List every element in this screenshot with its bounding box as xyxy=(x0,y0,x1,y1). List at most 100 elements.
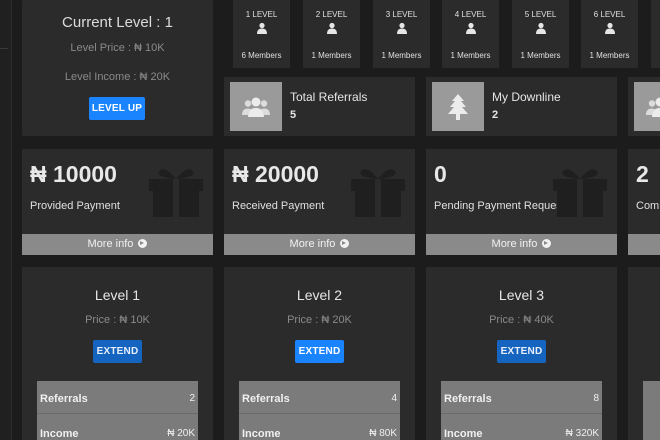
referrals-value: 8 xyxy=(593,393,599,404)
user-icon xyxy=(604,22,615,34)
plan-title: Level 2 xyxy=(296,287,343,303)
more-info-link[interactable] xyxy=(628,234,660,255)
completed-card-partial: 2 Comp xyxy=(628,149,660,255)
gift-icon xyxy=(149,169,203,217)
more-info-label: More info xyxy=(87,238,134,250)
referrals-label: Referrals xyxy=(444,393,492,405)
level-tile-5[interactable]: 5 LEVEL 1 Members xyxy=(512,0,569,68)
plan-title: Level 1 xyxy=(94,287,141,303)
level-tile-members: 1 Members xyxy=(381,51,422,60)
received-payment-caption: Received Payment xyxy=(232,200,325,212)
total-referrals-card[interactable]: Total Referrals 5 xyxy=(224,77,415,136)
level-tile-members: 1 Members xyxy=(589,51,630,60)
level-tile-label: 4 LEVEL xyxy=(454,10,487,19)
level-tile-label: 6 LEVEL xyxy=(593,10,626,19)
tree-icon-box xyxy=(432,82,484,131)
level-price: Level Price : ₦ 10K xyxy=(70,42,165,54)
level-tile-partial xyxy=(651,0,660,68)
users-icon xyxy=(646,97,660,117)
my-downline-card[interactable]: My Downline 2 xyxy=(426,77,617,136)
referrals-row: Referrals 4 xyxy=(239,386,400,414)
users-icon-box xyxy=(230,82,282,131)
extend-button[interactable]: EXTEND xyxy=(497,340,546,363)
my-downline-title: My Downline xyxy=(492,90,561,104)
sidebar-divider xyxy=(0,48,8,49)
income-label: Income xyxy=(40,428,79,440)
plan-title: Level 3 xyxy=(498,287,545,303)
plan-table: Referrals 2 Income ₦ 20K xyxy=(37,381,198,440)
pending-payment-caption: Pending Payment Request xyxy=(434,200,565,212)
plan-price: Price : ₦ 10K xyxy=(85,314,150,326)
level-tile-label: 1 LEVEL xyxy=(245,10,278,19)
users-icon xyxy=(242,97,270,117)
level-income: Level Income : ₦ 20K xyxy=(64,71,171,83)
referrals-label: Referrals xyxy=(242,393,290,405)
partial-stat-card[interactable] xyxy=(628,77,660,136)
level-4-plan-card-partial xyxy=(628,267,660,440)
more-info-link[interactable]: More info xyxy=(426,234,617,255)
user-icon xyxy=(396,22,407,34)
pending-payment-value: 0 xyxy=(434,161,447,187)
plan-table: Referrals 8 Income ₦ 320K xyxy=(441,381,602,440)
level-tile-4[interactable]: 4 LEVEL 1 Members xyxy=(442,0,499,68)
plan-price: Price : ₦ 20K xyxy=(287,314,352,326)
user-icon xyxy=(535,22,546,34)
level-tile-members: 1 Members xyxy=(311,51,352,60)
current-level-card: Current Level : 1 Level Price : ₦ 10K Le… xyxy=(22,0,213,136)
level-1-plan-card: Level 1 Price : ₦ 10K EXTEND Referrals 2… xyxy=(22,267,213,440)
level-tile-1[interactable]: 1 LEVEL 6 Members xyxy=(233,0,290,68)
completed-value: 2 xyxy=(636,161,649,187)
income-label: Income xyxy=(444,428,483,440)
level-tile-members: 6 Members xyxy=(241,51,282,60)
arrow-circle-right-icon xyxy=(138,239,148,248)
more-info-link[interactable]: More info xyxy=(22,234,213,255)
extend-button[interactable]: EXTEND xyxy=(295,340,344,363)
level-tile-6[interactable]: 6 LEVEL 1 Members xyxy=(581,0,638,68)
plan-price: Price : ₦ 40K xyxy=(489,314,554,326)
user-icon xyxy=(465,22,476,34)
referrals-row: Referrals 2 xyxy=(37,386,198,414)
level-2-plan-card: Level 2 Price : ₦ 20K EXTEND Referrals 4… xyxy=(224,267,415,440)
extend-button[interactable]: EXTEND xyxy=(93,340,142,363)
received-payment-card: ₦ 20000 Received Payment More info xyxy=(224,149,415,255)
level-tile-3[interactable]: 3 LEVEL 1 Members xyxy=(373,0,430,68)
referrals-row: Referrals 8 xyxy=(441,386,602,414)
current-level-title: Current Level : 1 xyxy=(62,14,173,31)
my-downline-value: 2 xyxy=(492,109,499,121)
more-info-label: More info xyxy=(289,238,336,250)
referrals-value: 2 xyxy=(189,393,195,404)
referrals-value: 4 xyxy=(391,393,397,404)
income-row: Income ₦ 20K xyxy=(37,421,198,440)
provided-payment-caption: Provided Payment xyxy=(30,200,120,212)
level-tile-members: 1 Members xyxy=(520,51,561,60)
income-value: ₦ 320K xyxy=(565,428,599,439)
income-value: ₦ 80K xyxy=(369,428,397,439)
level-tile-label: 5 LEVEL xyxy=(524,10,557,19)
level-3-plan-card: Level 3 Price : ₦ 40K EXTEND Referrals 8… xyxy=(426,267,617,440)
income-row: Income ₦ 320K xyxy=(441,421,602,440)
tree-icon xyxy=(448,93,468,120)
more-info-link[interactable]: More info xyxy=(224,234,415,255)
user-icon xyxy=(256,22,267,34)
more-info-label: More info xyxy=(491,238,538,250)
level-tile-members: 1 Members xyxy=(450,51,491,60)
total-referrals-title: Total Referrals xyxy=(290,90,368,104)
level-tile-label: 3 LEVEL xyxy=(385,10,418,19)
received-payment-value: ₦ 20000 xyxy=(232,161,319,187)
plan-table: Referrals 4 Income ₦ 80K xyxy=(239,381,400,440)
level-up-button[interactable]: LEVEL UP xyxy=(89,97,145,120)
gift-icon xyxy=(553,169,607,217)
level-tile-2[interactable]: 2 LEVEL 1 Members xyxy=(303,0,360,68)
sidebar-edge xyxy=(0,0,12,440)
income-value: ₦ 20K xyxy=(167,428,195,439)
referrals-label: Referrals xyxy=(40,393,88,405)
provided-payment-value: ₦ 10000 xyxy=(30,161,117,187)
gift-icon xyxy=(351,169,405,217)
level-tile-label: 2 LEVEL xyxy=(315,10,348,19)
arrow-circle-right-icon xyxy=(542,239,552,248)
users-icon-box xyxy=(634,82,660,131)
arrow-circle-right-icon xyxy=(340,239,350,248)
income-label: Income xyxy=(242,428,281,440)
user-icon xyxy=(326,22,337,34)
income-row: Income ₦ 80K xyxy=(239,421,400,440)
